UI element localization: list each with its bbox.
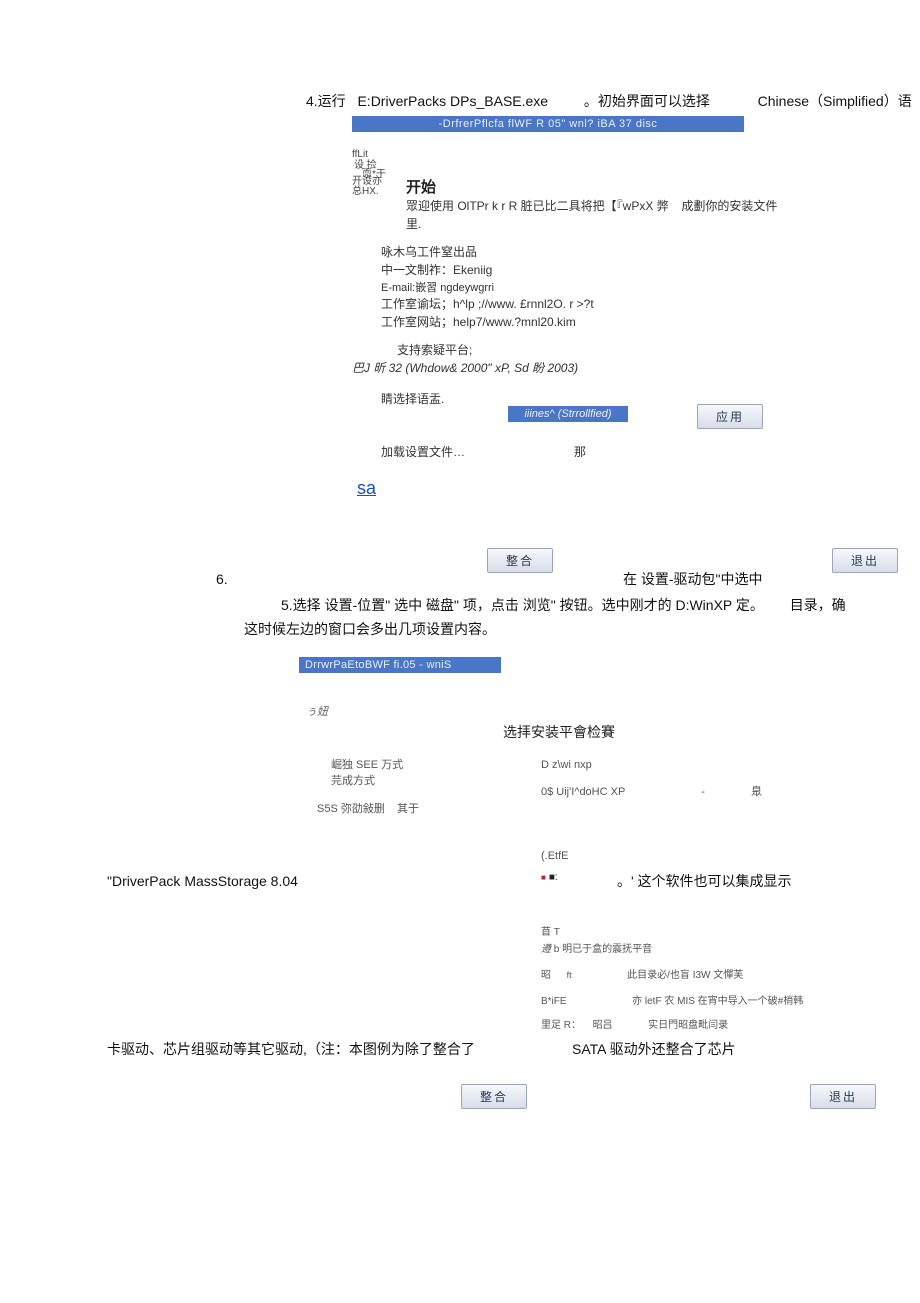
win1-line1: 眾迎使用 OlTPr k r R 脏已比二具将把【『wPxX 弊 成劃你的安装文… — [406, 196, 866, 216]
step5-line2: 这时候左边的窗口会多出几项设置内容。 — [244, 618, 496, 640]
exit-button-2[interactable]: 退出 — [810, 1084, 876, 1109]
win2-row3: 里足 R： 昭吕 实日門昭盘毗闫录 — [541, 1016, 901, 1031]
step6-suffix: 在 设置-驱动包"中选中 — [623, 568, 763, 590]
win2-row1c: 此目录必/也盲 I3W 文憚芙 — [627, 970, 743, 981]
win1-side-ffLit: ffLit — [352, 150, 368, 160]
language-dropdown[interactable]: iiines^ (Strrollfied) — [508, 406, 628, 422]
win2-row3c: 实日門昭盘毗闫录 — [648, 1020, 728, 1031]
win2-row2a: B*iFE — [541, 996, 567, 1007]
win2-row1b: ft — [567, 970, 572, 980]
win2-r-l2c: 臮 — [751, 786, 762, 798]
win1-l1a: 眾迎使用 OlTPr k r R 脏已比二具将把【『wPxX 弊 — [406, 199, 669, 213]
win2-side-btn: ぅ妞 — [306, 703, 328, 719]
exit-button-1[interactable]: 退出 — [832, 548, 898, 573]
win2-row2b: 亦 letF 农 MIS 在宵中导入一个破#梢韩 — [632, 996, 803, 1007]
win1-l8: 支持索疑平台; — [397, 340, 472, 360]
step5-line1: 5.选择 设置-位置" 选中 磁盘" 项，点击 浏览" 按钮。选中刚才的 D:W… — [281, 594, 920, 616]
note2a: 卡驱动、芯片组驱动等其它驱动,（注：本图例为除了整合了 — [107, 1038, 475, 1060]
win2-titlebar: DrrwrPaEtoBWF fi.05 - wniS — [299, 657, 501, 673]
win2-row3a: 里足 R： — [541, 1020, 581, 1031]
step4-line: 4.运行 E:DriverPacks DPs_BASE.exe 。初始界面可以选… — [306, 90, 920, 112]
win2-r-t2: 遵 b 明已于盒的震抚平音 — [541, 940, 652, 955]
win2-r-t2b: b 明已于盒的震抚平音 — [551, 944, 652, 955]
win2-r-l2a: 0$ Uij'I^doHC XP — [541, 786, 625, 798]
win1-load-settings[interactable]: 加载设置文件… — [381, 442, 465, 462]
win2-row2: B*iFE 亦 letF 农 MIS 在宵中导入一个破#梢韩 — [541, 992, 920, 1007]
win1-l6: 工作室谕坛；h^lp ;//www. £rnnl2O. r >?t — [381, 294, 594, 314]
integrate-button-1[interactable]: 整合 — [487, 548, 553, 573]
win2-r-l2b: - — [701, 786, 705, 798]
step4-path: E:DriverPacks DPs_BASE.exe — [357, 93, 548, 109]
step6-num: 6. — [216, 568, 228, 590]
win2-r-l2: 0$ Uij'I^doHC XP - 臮 — [541, 783, 811, 799]
note1a: "DriverPack MassStorage 8.04 — [107, 870, 298, 892]
win1-l1b: 成劃你的安装文件 — [681, 199, 777, 213]
win2-r-t: 苜 T — [541, 923, 560, 938]
step5-l1b: 目录，确 — [790, 597, 846, 613]
win1-l7: 工作室网站；help7/www.?mnl20.kim — [381, 312, 576, 332]
apply-button[interactable]: 应用 — [697, 404, 763, 429]
step4-prefix: 4.运行 — [306, 93, 346, 109]
win1-select-lang-label: 睛选择语盂. — [381, 389, 444, 409]
note2b: SATA 驱动外还整合了芯片 — [572, 1038, 736, 1060]
integrate-button-2[interactable]: 整合 — [461, 1084, 527, 1109]
win2-left-l2: 芫成方式 — [331, 772, 375, 788]
win1-l3: 咏木乌工件窒出品 — [381, 242, 477, 262]
win1-na: 那 — [574, 442, 586, 462]
note1b: 。' 这个软件也可以集成显示 — [617, 870, 792, 892]
win1-l4: 中一文制祚：Ekeniig — [381, 260, 492, 280]
step5-l1a: 5.选择 设置-位置" 选中 磁盘" 项，点击 浏览" 按钮。选中刚才的 D:W… — [281, 597, 764, 613]
win1-l9: 巴J 昕 32 (Whdow& 2000" xP, Sd 盼 2003) — [352, 358, 578, 378]
win2-r-l4: ■: — [541, 872, 558, 883]
win2-r-l3: (.EtfE — [541, 850, 569, 862]
win1-heading: 开始 — [406, 176, 436, 197]
win2-left-l3: S5S 弥劭敍删 其于 — [317, 800, 419, 816]
win2-r-t2a: 遵 — [541, 944, 551, 955]
win2-row1a: 昭 — [541, 970, 551, 981]
win2-left-l3a: S5S 弥劭敍删 — [317, 803, 385, 815]
sa-link[interactable]: sa — [357, 478, 376, 499]
step4-dot: 。初始界面可以选择 — [584, 93, 710, 109]
win1-side-xiHX: 总HX. — [352, 187, 379, 197]
win1-titlebar: -DrfrerPflcfa flWF R 05" wnl? iBA 37 dis… — [352, 116, 744, 132]
win2-row1: 昭 ft 此目录必/也盲 I3W 文憚芙 — [541, 966, 901, 981]
win1-l2: 里. — [406, 214, 421, 234]
win2-r-l1: D z\wi nxp — [541, 759, 592, 771]
win2-row3b: 昭吕 — [593, 1020, 613, 1031]
win2-left-l1: 崛独 SEE 万式 — [331, 756, 403, 772]
page: 4.运行 E:DriverPacks DPs_BASE.exe 。初始界面可以选… — [0, 0, 920, 1303]
win2-left-l3b: 其于 — [397, 803, 419, 815]
step4-lang: Chinese（Simplified）语 — [758, 93, 912, 109]
win2-heading: 选拝安装平會检賽 — [503, 722, 615, 742]
